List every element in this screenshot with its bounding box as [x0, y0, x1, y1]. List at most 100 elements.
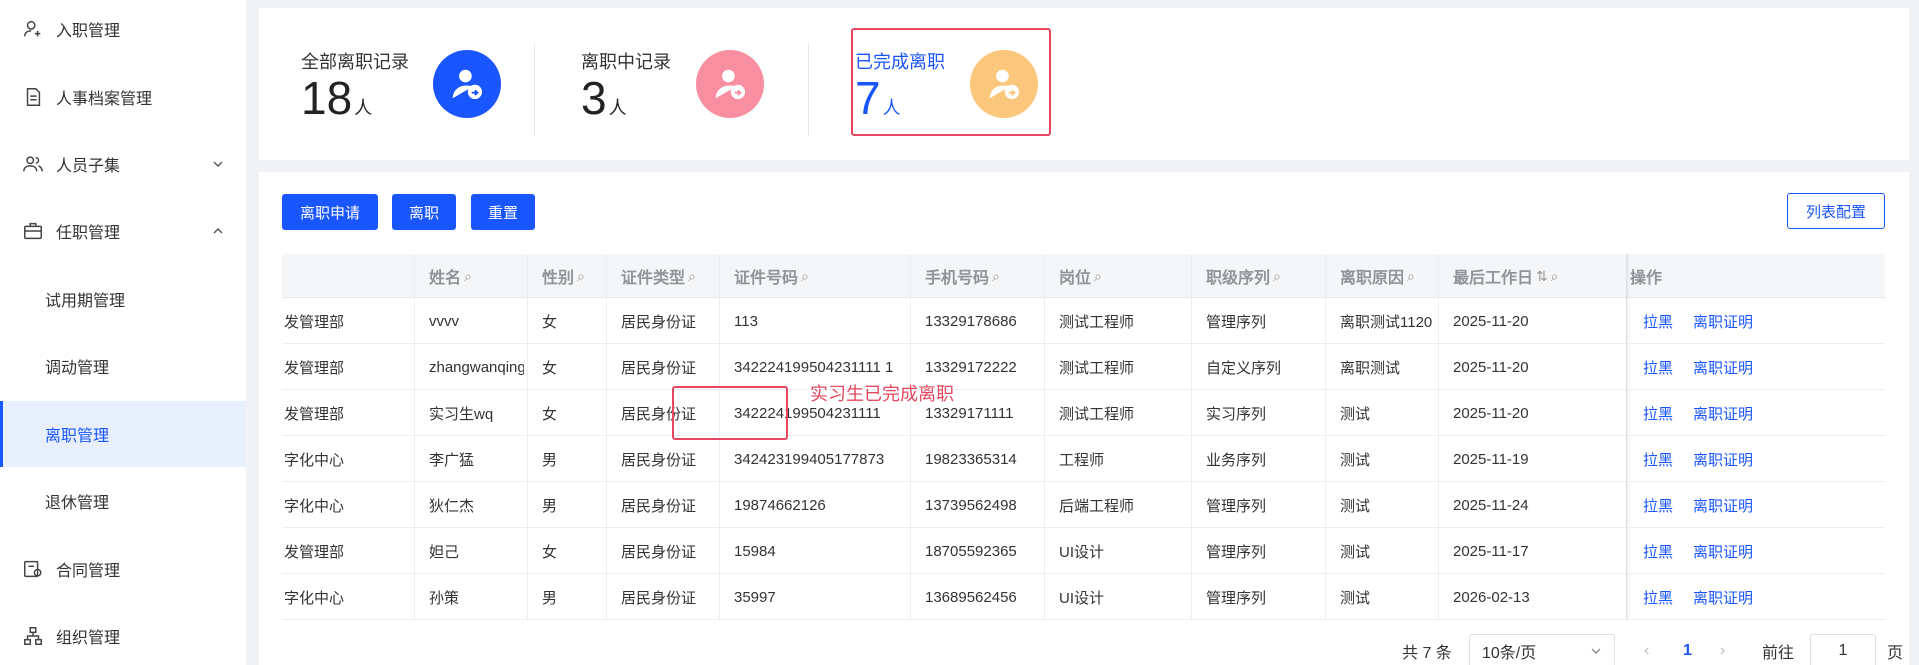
- blacklist-link[interactable]: 拉黑: [1643, 344, 1673, 390]
- stat-divider: [808, 44, 809, 136]
- search-icon[interactable]: ⌕: [1094, 268, 1102, 285]
- prev-page-button[interactable]: ‹: [1644, 634, 1649, 665]
- sidebar-item-subsets[interactable]: 人员子集: [0, 133, 246, 195]
- sidebar-item-resignation[interactable]: 离职管理: [0, 401, 246, 467]
- cell-post: 工程师: [1059, 451, 1105, 469]
- sidebar-item-transfer[interactable]: 调动管理: [0, 335, 246, 397]
- header-name[interactable]: 姓名 ⌕: [429, 254, 472, 298]
- search-icon[interactable]: ⌕: [801, 268, 809, 285]
- apply-resign-button[interactable]: 离职申请: [282, 194, 378, 230]
- table-row[interactable]: 字化中心 李广猛 男 居民身份证 342423199405177873 198233653…: [282, 436, 1885, 482]
- sidebar-item-archives[interactable]: 人事档案管理: [0, 66, 246, 128]
- stat-icon-circle: [433, 50, 501, 118]
- blacklist-link[interactable]: 拉黑: [1643, 528, 1673, 574]
- header-phone[interactable]: 手机号码 ⌕: [925, 254, 1000, 298]
- sidebar-item-label: 调动管理: [45, 360, 110, 377]
- blacklist-link[interactable]: 拉黑: [1643, 574, 1673, 620]
- header-rank[interactable]: 职级序列 ⌕: [1206, 254, 1281, 298]
- stat-all[interactable]: 全部离职记录 18 人: [301, 38, 501, 148]
- header-idno[interactable]: 证件号码 ⌕: [734, 254, 809, 298]
- cell-lastday: 2025-11-24: [1453, 496, 1529, 514]
- table-row[interactable]: 发管理部 实习生wq 女居民身份证 342224199504231111 1332917…: [282, 390, 1885, 436]
- blacklist-link[interactable]: 拉黑: [1643, 482, 1673, 528]
- sidebar-item-org[interactable]: 组织管理: [0, 605, 246, 665]
- certificate-link[interactable]: 离职证明: [1693, 436, 1753, 482]
- cell-gender: 男: [542, 589, 558, 607]
- page-size-select[interactable]: 10条/页: [1469, 634, 1615, 665]
- cell-rank: 管理序列: [1206, 497, 1267, 515]
- cell-name: 孙策: [429, 589, 460, 607]
- cell-idno: 342423199405177873: [734, 450, 885, 468]
- header-reason[interactable]: 离职原因 ⌕: [1340, 254, 1415, 298]
- page-number-current[interactable]: 1: [1683, 634, 1692, 665]
- briefcase-icon: [24, 222, 42, 240]
- cell-post: UI设计: [1059, 589, 1105, 607]
- header-idtype[interactable]: 证件类型 ⌕: [621, 254, 696, 298]
- chevron-down-icon: [213, 161, 223, 167]
- sidebar-item-retirement[interactable]: 退休管理: [0, 470, 246, 532]
- blacklist-link[interactable]: 拉黑: [1643, 436, 1673, 482]
- stat-in-progress[interactable]: 离职中记录 3人: [581, 38, 781, 148]
- search-icon[interactable]: ⌕: [1551, 268, 1559, 285]
- cell-lastday: 2025-11-20: [1453, 404, 1529, 422]
- search-icon[interactable]: ⌕: [688, 268, 696, 285]
- document-icon: [26, 88, 41, 106]
- certificate-link[interactable]: 离职证明: [1693, 574, 1753, 620]
- certificate-link[interactable]: 离职证明: [1693, 528, 1753, 574]
- search-icon[interactable]: ⌕: [464, 268, 472, 285]
- cell-lastday: 2025-11-20: [1453, 312, 1529, 330]
- cell-rank: 管理序列: [1206, 543, 1267, 561]
- table-row[interactable]: 发管理部 vvvv 女 居民身份证 113 13329178686 测试工程师 管理序列 离职测…: [282, 298, 1885, 344]
- certificate-link[interactable]: 离职证明: [1693, 390, 1753, 436]
- table-row[interactable]: 字化中心 狄仁杰 男 居民身份证 19874662126 13739562498 后端工程师…: [282, 482, 1885, 528]
- cell-name: 实习生wq: [429, 405, 494, 423]
- list-config-button[interactable]: 列表配置: [1787, 193, 1885, 229]
- header-lastday[interactable]: 最后工作日 ⇅ ⌕: [1453, 254, 1559, 298]
- resign-button[interactable]: 离职: [392, 194, 456, 230]
- search-icon[interactable]: ⌕: [992, 268, 1000, 285]
- header-post[interactable]: 岗位 ⌕: [1059, 254, 1102, 298]
- cell-phone: 13689562456: [925, 588, 1017, 606]
- sidebar-item-probation[interactable]: 试用期管理: [0, 268, 246, 330]
- sidebar-item-label: 合同管理: [56, 563, 121, 580]
- table-row[interactable]: 发管理部 妲己 女 居民身份证 15984 18705592365 UI设计 管理序列 测试 20…: [282, 528, 1885, 574]
- next-page-button[interactable]: ›: [1720, 634, 1725, 665]
- table-row[interactable]: 字化中心 孙策 男 居民身份证 35997 13689562456 UI设计 管理序列 测试 20…: [282, 574, 1885, 620]
- cell-name: 妲己: [429, 543, 460, 561]
- sidebar-item-label: 试用期管理: [45, 293, 126, 310]
- certificate-link[interactable]: 离职证明: [1693, 298, 1753, 344]
- sidebar-item-label: 离职管理: [45, 428, 110, 445]
- cell-lastday: 2025-11-17: [1453, 542, 1529, 560]
- cell-reason: 测试: [1340, 451, 1371, 469]
- reset-button[interactable]: 重置: [471, 194, 535, 230]
- certificate-link[interactable]: 离职证明: [1693, 482, 1753, 528]
- stats-card: 全部离职记录 18 人 离职中记录 3人 已完成离职 7人: [259, 8, 1909, 160]
- sidebar-item-onboarding[interactable]: 入职管理: [0, 0, 246, 60]
- cell-dept: 字化中心: [284, 451, 345, 469]
- sidebar-item-position[interactable]: 任职管理: [0, 200, 246, 262]
- sidebar-item-contract[interactable]: 合同管理: [0, 538, 246, 600]
- cell-dept: 发管理部: [284, 359, 345, 377]
- sidebar: 入职管理 人事档案管理 人员子集 任职管理 试用期管理 调动管理 离职管理 退休…: [0, 0, 246, 665]
- search-icon[interactable]: ⌕: [1273, 268, 1281, 285]
- highlight-box: [851, 28, 1051, 136]
- search-icon[interactable]: ⌕: [577, 268, 585, 285]
- goto-page-input[interactable]: 1: [1810, 634, 1876, 665]
- sidebar-item-label: 入职管理: [56, 23, 121, 40]
- cell-idtype: 居民身份证: [621, 497, 697, 515]
- search-icon[interactable]: ⌕: [1407, 268, 1415, 285]
- certificate-link[interactable]: 离职证明: [1693, 344, 1753, 390]
- cell-phone: 18705592365: [925, 542, 1017, 560]
- header-gender[interactable]: 性别 ⌕: [542, 254, 585, 298]
- user-add-icon: [24, 20, 41, 37]
- cell-name: 李广猛: [429, 451, 475, 469]
- cell-rank: 管理序列: [1206, 589, 1267, 607]
- blacklist-link[interactable]: 拉黑: [1643, 298, 1673, 344]
- blacklist-link[interactable]: 拉黑: [1643, 390, 1673, 436]
- header-actions: 操作: [1630, 270, 1663, 287]
- cell-rank: 自定义序列: [1206, 359, 1282, 377]
- cell-dept: 字化中心: [284, 589, 345, 607]
- sort-icon[interactable]: ⇅: [1536, 268, 1548, 285]
- page-suffix: 页: [1887, 645, 1904, 662]
- table-row[interactable]: 发管理部 zhangwanqing 女居民身份证 342224199504231111…: [282, 344, 1885, 390]
